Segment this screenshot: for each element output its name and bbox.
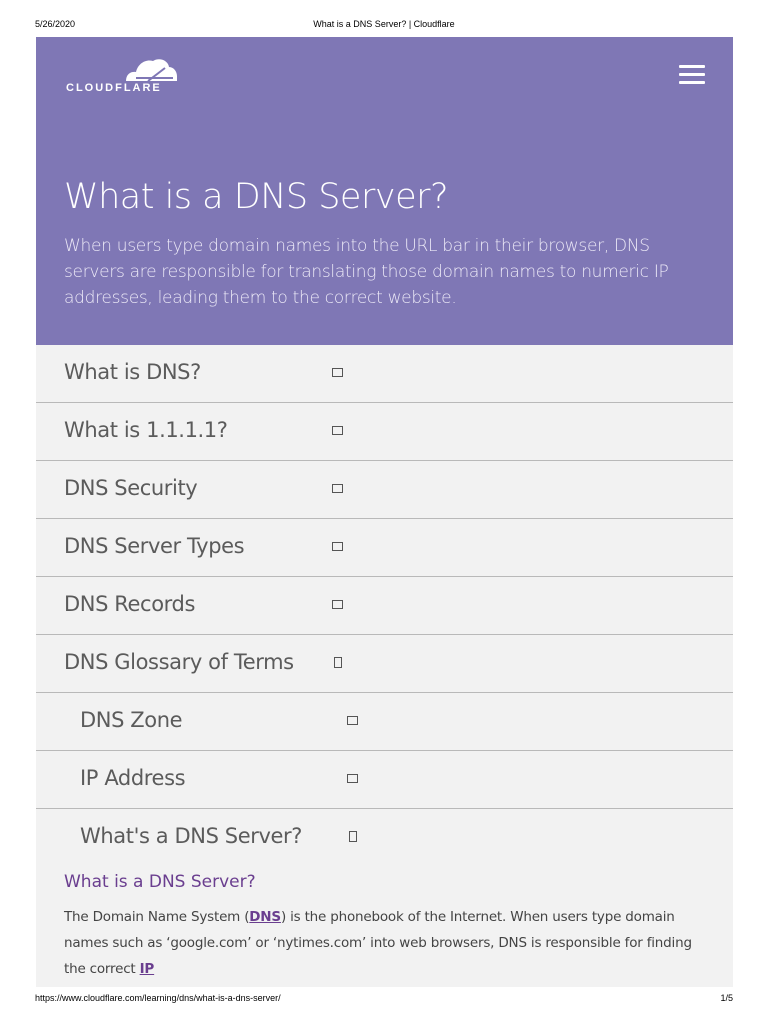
print-url: https://www.cloudflare.com/learning/dns/… <box>35 993 281 1003</box>
ip-link[interactable]: IP <box>140 961 155 977</box>
nav-item-what-is-dns[interactable]: What is DNS? <box>36 345 733 403</box>
article-body: What is a DNS Server? The Domain Name Sy… <box>36 866 733 982</box>
collapse-icon <box>334 657 342 668</box>
paragraph-text: The Domain Name System ( <box>64 909 250 925</box>
article-paragraph: The Domain Name System (DNS) is the phon… <box>64 904 705 982</box>
nav-item-dns-server-types[interactable]: DNS Server Types <box>36 519 733 577</box>
expand-icon <box>332 542 343 551</box>
print-page-number: 1/5 <box>720 993 733 1003</box>
nav-item-dns-security[interactable]: DNS Security <box>36 461 733 519</box>
expand-icon <box>347 716 358 725</box>
nav-item-label: What is DNS? <box>64 360 201 384</box>
expand-icon <box>332 484 343 493</box>
nav-item-label: DNS Security <box>64 476 198 500</box>
page-content: CLOUDFLARE What is a DNS Server? When us… <box>36 37 733 987</box>
hamburger-menu-icon[interactable] <box>679 65 705 87</box>
dns-link[interactable]: DNS <box>249 909 281 925</box>
expand-icon <box>332 600 343 609</box>
menu-bar <box>679 73 705 76</box>
nav-item-label: What's a DNS Server? <box>80 824 303 848</box>
article-heading: What is a DNS Server? <box>64 872 256 892</box>
expand-icon <box>332 426 343 435</box>
hero-banner: CLOUDFLARE What is a DNS Server? When us… <box>36 37 733 345</box>
print-doc-title: What is a DNS Server? | Cloudflare <box>313 19 455 29</box>
nav-item-label: DNS Records <box>64 592 195 616</box>
nav-item-label: DNS Zone <box>80 708 183 732</box>
cloud-icon <box>126 59 177 81</box>
nav-item-what-is-1111[interactable]: What is 1.1.1.1? <box>36 403 733 461</box>
nav-subitem-ip-address[interactable]: IP Address <box>36 751 733 809</box>
nav-subitem-dns-zone[interactable]: DNS Zone <box>36 693 733 751</box>
collapse-icon <box>349 831 357 842</box>
cloudflare-logo[interactable]: CLOUDFLARE <box>66 55 184 99</box>
logo-wordmark: CLOUDFLARE <box>66 82 162 94</box>
menu-bar <box>679 81 705 84</box>
hero-lead: When users type domain names into the UR… <box>64 236 669 308</box>
topic-nav: What is DNS? What is 1.1.1.1? DNS Securi… <box>36 345 733 866</box>
page-title: What is a DNS Server? <box>64 177 449 217</box>
nav-item-label: DNS Server Types <box>64 534 245 558</box>
nav-item-dns-records[interactable]: DNS Records <box>36 577 733 635</box>
nav-item-label: IP Address <box>80 766 186 790</box>
expand-icon <box>332 368 343 377</box>
nav-item-label: DNS Glossary of Terms <box>64 650 294 674</box>
print-header: 5/26/2020 What is a DNS Server? | Cloudf… <box>0 0 768 32</box>
nav-item-label: What is 1.1.1.1? <box>64 418 228 442</box>
nav-item-dns-glossary[interactable]: DNS Glossary of Terms <box>36 635 733 693</box>
menu-bar <box>679 65 705 68</box>
nav-subitem-whats-a-dns-server[interactable]: What's a DNS Server? <box>36 809 733 866</box>
expand-icon <box>347 774 358 783</box>
